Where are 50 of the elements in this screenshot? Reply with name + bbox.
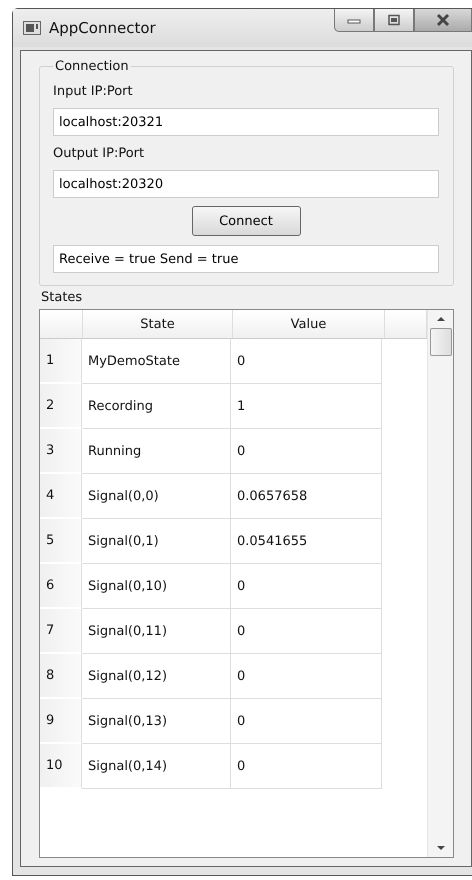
row-header: 5 (40, 519, 82, 564)
scrollbar[interactable] (427, 310, 453, 857)
group-title: States (40, 290, 84, 305)
row-header: 4 (40, 474, 82, 519)
row-header: 7 (40, 609, 82, 654)
row-header: 9 (40, 699, 82, 744)
table-cell: Running (82, 429, 231, 474)
table-cell: 0 (231, 744, 382, 789)
table-cell: 0 (231, 699, 382, 744)
column-header[interactable]: State (83, 310, 233, 338)
scroll-down-icon[interactable] (436, 845, 446, 851)
table-cell: Signal(0,14) (82, 744, 231, 789)
table-cell: 1 (231, 384, 382, 429)
row-header: 10 (40, 744, 82, 789)
table-cell: 0.0657658 (231, 474, 382, 519)
table-cell: Signal(0,12) (82, 654, 231, 699)
maximize-icon (386, 14, 402, 26)
close-button[interactable] (414, 9, 472, 32)
table-cell: Signal(0,0) (82, 474, 231, 519)
row-header: 8 (40, 654, 82, 699)
table-cell: 0 (231, 429, 382, 474)
table-cell: Signal(0,10) (82, 564, 231, 609)
row-header: 6 (40, 564, 82, 609)
input-field[interactable]: localhost:20321 (53, 108, 439, 136)
status-field[interactable]: Receive = true Send = true (53, 245, 439, 273)
maximize-button[interactable] (374, 9, 414, 32)
minimize-button[interactable] (334, 9, 374, 32)
column-header[interactable]: Value (233, 310, 385, 338)
connect-button[interactable]: Connect (192, 206, 300, 236)
row-header: 2 (40, 384, 82, 429)
group-title: Connection (54, 59, 130, 74)
table-cell: 0 (231, 339, 382, 384)
scroll-up-icon[interactable] (436, 316, 446, 322)
table-cell: Signal(0,11) (82, 609, 231, 654)
table-cell: Signal(0,13) (82, 699, 231, 744)
row-header: 1 (40, 339, 82, 384)
window-title: AppConnector (49, 19, 156, 37)
table-cell: Recording (82, 384, 231, 429)
input-field[interactable]: localhost:20320 (53, 170, 439, 198)
field-label: Output IP:Port (53, 146, 146, 161)
table-cell: 0.0541655 (231, 519, 382, 564)
field-label: Input IP:Port (53, 84, 134, 99)
table-cell: MyDemoState (82, 339, 231, 384)
table-cell: Signal(0,1) (82, 519, 231, 564)
table-cell: 0 (231, 654, 382, 699)
table-cell: 0 (231, 564, 382, 609)
row-header: 3 (40, 429, 82, 474)
app-icon (23, 21, 41, 35)
table-cell: 0 (231, 609, 382, 654)
scroll-thumb[interactable] (430, 328, 452, 356)
